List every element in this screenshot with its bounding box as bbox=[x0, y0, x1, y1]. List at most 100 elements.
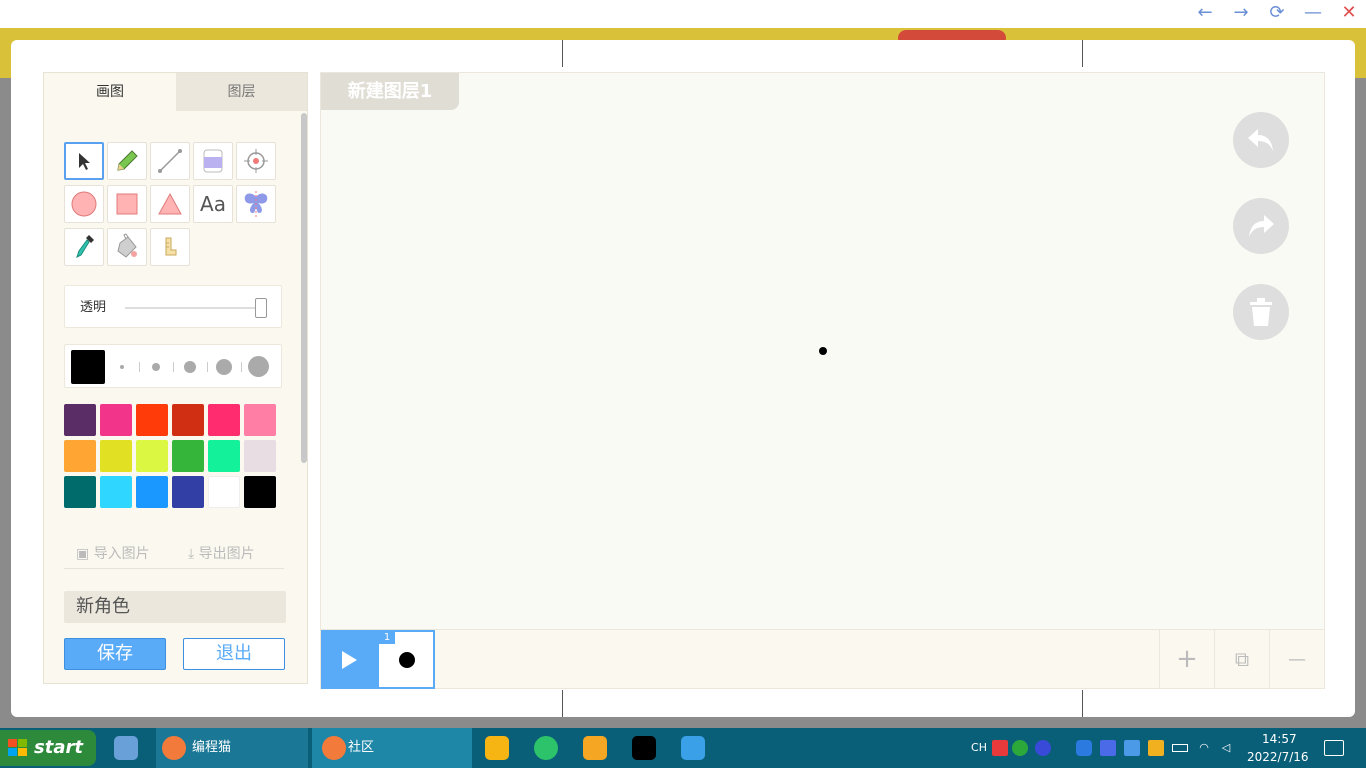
network-app-icon[interactable] bbox=[1124, 740, 1140, 756]
taskbar-app-chatgpt[interactable] bbox=[580, 728, 610, 768]
save-button[interactable]: 保存 bbox=[64, 638, 166, 670]
scrollbar[interactable] bbox=[301, 113, 307, 463]
line-tool-button[interactable] bbox=[150, 142, 190, 180]
color-swatch[interactable] bbox=[172, 440, 204, 472]
trash-icon bbox=[1250, 298, 1272, 326]
export-image-label: 导出图片 bbox=[198, 546, 255, 562]
color-swatch[interactable] bbox=[64, 476, 96, 508]
color-swatch[interactable] bbox=[208, 440, 240, 472]
export-image-button[interactable]: ⤓ 导出图片 bbox=[188, 543, 255, 563]
redo-button[interactable] bbox=[1233, 198, 1289, 254]
pencil-tool-button[interactable] bbox=[107, 142, 147, 180]
ruler-tool-button[interactable] bbox=[150, 228, 190, 266]
exit-button[interactable]: 退出 bbox=[183, 638, 285, 670]
service-icon[interactable] bbox=[1100, 740, 1116, 756]
feishu-icon[interactable] bbox=[1076, 740, 1092, 756]
image-icon: ▣ bbox=[76, 546, 94, 562]
text-tool-button[interactable]: Aa bbox=[193, 185, 233, 223]
select-tool-button[interactable] bbox=[64, 142, 104, 180]
ruler-icon bbox=[165, 237, 177, 256]
brush-size-5[interactable] bbox=[248, 356, 269, 377]
refresh-icon[interactable]: ⟳ bbox=[1265, 2, 1289, 24]
brush-size-1[interactable] bbox=[120, 365, 124, 369]
start-button[interactable]: start bbox=[0, 730, 96, 766]
fill-tool-button[interactable] bbox=[107, 228, 147, 266]
clock-date[interactable]: 2022/7/16 bbox=[1247, 750, 1309, 764]
taskbar-app-notes[interactable] bbox=[482, 728, 512, 768]
codemao-icon bbox=[322, 736, 346, 760]
color-swatch[interactable] bbox=[64, 440, 96, 472]
notifications-icon[interactable] bbox=[1324, 740, 1344, 756]
color-swatch[interactable] bbox=[244, 404, 276, 436]
delete-button[interactable] bbox=[1233, 284, 1289, 340]
clock-time[interactable]: 14:57 bbox=[1262, 732, 1297, 746]
color-swatch[interactable] bbox=[100, 440, 132, 472]
close-icon[interactable]: ✕ bbox=[1337, 2, 1361, 24]
play-button[interactable] bbox=[321, 630, 377, 689]
taskbar-app-wechat[interactable] bbox=[531, 728, 561, 768]
eyedropper-tool-button[interactable] bbox=[64, 228, 104, 266]
opacity-slider-track[interactable] bbox=[125, 307, 265, 309]
remove-frame-button[interactable]: — bbox=[1269, 630, 1324, 689]
taskbar-app-capcut[interactable] bbox=[629, 728, 659, 768]
taskbar: start 编程猫 社区 CH ◠ ◁ 14:57 2022/7/16 bbox=[0, 728, 1366, 768]
color-swatch[interactable] bbox=[208, 476, 240, 508]
opacity-control: 透明 bbox=[64, 285, 282, 328]
taskbar-task-codemao[interactable]: 编程猫 bbox=[156, 728, 308, 768]
minimize-icon[interactable]: — bbox=[1301, 2, 1325, 24]
sogou-icon[interactable] bbox=[1012, 740, 1028, 756]
separator bbox=[139, 362, 140, 372]
windows-logo-icon bbox=[8, 739, 27, 756]
security-shield-icon[interactable] bbox=[1148, 740, 1164, 756]
help-icon[interactable] bbox=[1035, 740, 1051, 756]
color-swatch[interactable] bbox=[244, 440, 276, 472]
brush-size-4[interactable] bbox=[216, 359, 232, 375]
current-color[interactable] bbox=[71, 350, 105, 384]
eraser-tool-button[interactable] bbox=[193, 142, 233, 180]
rectangle-icon bbox=[116, 193, 138, 215]
color-swatch[interactable] bbox=[172, 404, 204, 436]
start-label: start bbox=[34, 737, 83, 758]
color-swatch[interactable] bbox=[136, 476, 168, 508]
tab-layers[interactable]: 图层 bbox=[176, 73, 307, 111]
color-swatch[interactable] bbox=[244, 476, 276, 508]
brush-size-2[interactable] bbox=[152, 363, 160, 371]
opacity-slider-handle[interactable] bbox=[255, 298, 267, 318]
guide-line bbox=[1082, 690, 1083, 717]
undo-button[interactable] bbox=[1233, 112, 1289, 168]
color-swatch[interactable] bbox=[64, 404, 96, 436]
opacity-label: 透明 bbox=[80, 300, 107, 315]
color-swatch[interactable] bbox=[136, 440, 168, 472]
color-swatch[interactable] bbox=[172, 476, 204, 508]
taskbar-app-paint[interactable] bbox=[110, 728, 146, 768]
forward-icon[interactable]: → bbox=[1229, 2, 1253, 24]
import-image-button[interactable]: ▣ 导入图片 bbox=[76, 543, 150, 563]
add-frame-button[interactable]: + bbox=[1159, 630, 1214, 689]
task-label: 编程猫 bbox=[192, 740, 232, 755]
color-swatch[interactable] bbox=[136, 404, 168, 436]
triangle-tool-button[interactable] bbox=[150, 185, 190, 223]
play-icon bbox=[342, 650, 357, 669]
color-swatch[interactable] bbox=[100, 476, 132, 508]
volume-icon[interactable]: ◁ bbox=[1218, 740, 1234, 756]
drawing-canvas[interactable]: 新建图层1 1 + ⧉ — bbox=[320, 72, 1325, 689]
ime-indicator[interactable]: CH bbox=[970, 740, 988, 756]
copy-frame-button[interactable]: ⧉ bbox=[1214, 630, 1269, 689]
rectangle-tool-button[interactable] bbox=[107, 185, 147, 223]
back-icon[interactable]: ← bbox=[1193, 2, 1217, 24]
center-tool-button[interactable] bbox=[236, 142, 276, 180]
battery-icon[interactable] bbox=[1172, 744, 1188, 752]
circle-tool-button[interactable] bbox=[64, 185, 104, 223]
pdf-icon[interactable] bbox=[992, 740, 1008, 756]
mirror-tool-button[interactable] bbox=[236, 185, 276, 223]
taskbar-task-community[interactable]: 社区 bbox=[312, 728, 472, 768]
taskbar-app-photos[interactable] bbox=[678, 728, 708, 768]
character-name-input[interactable] bbox=[64, 591, 286, 623]
tool-panel: 画图 图层 Aa 透明 ▣ 导入图片 ⤓ 导出图片 新角色 保存 退出 bbox=[43, 72, 308, 684]
frame-thumbnail[interactable]: 1 bbox=[377, 630, 435, 689]
brush-size-3[interactable] bbox=[184, 361, 196, 373]
color-swatch[interactable] bbox=[100, 404, 132, 436]
color-swatch[interactable] bbox=[208, 404, 240, 436]
wifi-icon[interactable]: ◠ bbox=[1196, 740, 1212, 756]
tab-draw[interactable]: 画图 bbox=[44, 73, 176, 111]
